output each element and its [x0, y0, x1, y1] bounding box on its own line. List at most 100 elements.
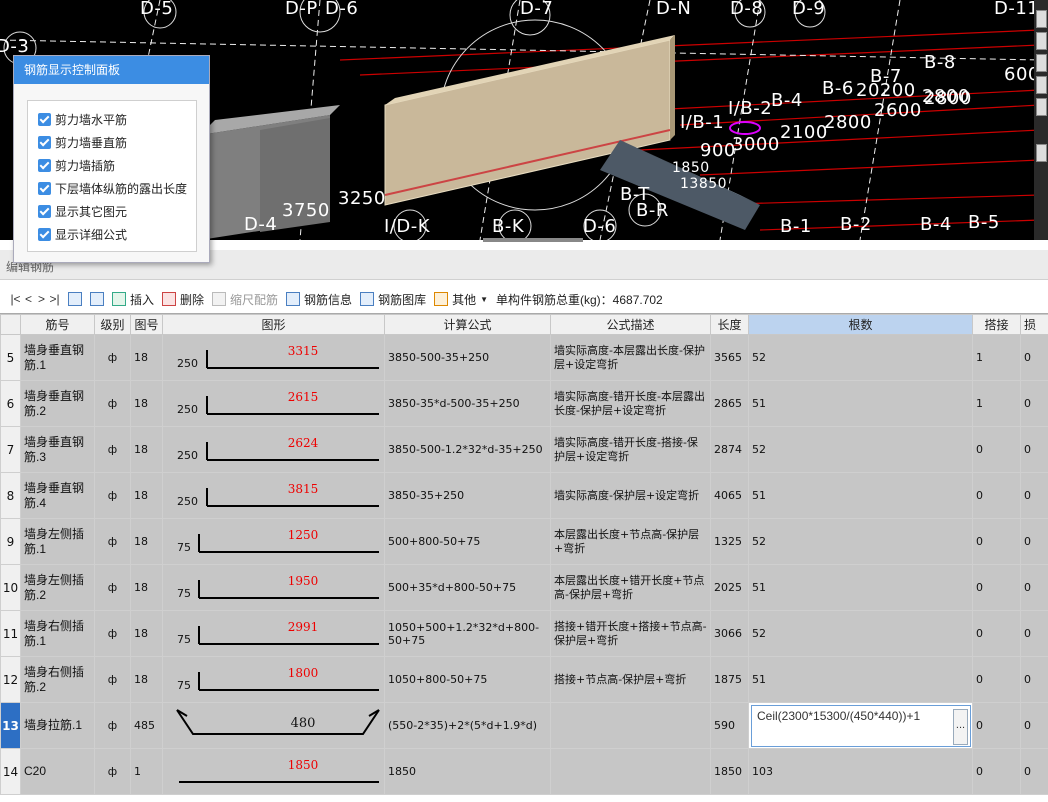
formula-cell[interactable]: 1050+500+1.2*32*d+800-50+75 — [384, 610, 551, 657]
loss-cell[interactable]: 0 — [1020, 380, 1048, 427]
figure-number-cell[interactable]: 18 — [130, 610, 163, 657]
description-cell[interactable]: 墙实际高度-本层露出长度-保护层+设定弯折 — [550, 334, 711, 381]
column-header[interactable]: 搭接 — [972, 314, 1021, 335]
view-tool-button[interactable] — [1036, 98, 1047, 116]
first-record-button[interactable]: |< — [10, 292, 21, 306]
shape-cell[interactable]: 75 1950 — [162, 564, 385, 611]
grade-cell[interactable]: ф — [94, 380, 131, 427]
length-cell[interactable]: 3565 — [710, 334, 749, 381]
rebar-info-button[interactable]: 钢筋信息 — [286, 291, 352, 308]
row-number[interactable]: 6 — [0, 380, 21, 427]
lap-cell[interactable]: 0 — [972, 702, 1021, 749]
row-number[interactable]: 11 — [0, 610, 21, 657]
loss-cell[interactable]: 0 — [1020, 426, 1048, 473]
ruler-rebar-button[interactable]: 缩尺配筋 — [212, 291, 278, 308]
table-row[interactable]: 13 墙身拉筋.1 ф 485 480 (550-2*35)+2*(5*d+1.9*d) 5… — [0, 702, 1048, 749]
row-number[interactable]: 8 — [0, 472, 21, 519]
rebar-name-cell[interactable]: 墙身垂直钢筋.1 — [20, 334, 95, 381]
rebar-name-cell[interactable]: 墙身左侧插筋.2 — [20, 564, 95, 611]
lap-cell[interactable]: 0 — [972, 518, 1021, 565]
count-cell[interactable]: 51 — [748, 564, 973, 611]
rebar-name-cell[interactable]: 墙身垂直钢筋.4 — [20, 472, 95, 519]
lap-cell[interactable]: 1 — [972, 380, 1021, 427]
shape-cell[interactable]: 250 2615 — [162, 380, 385, 427]
loss-cell[interactable]: 0 — [1020, 518, 1048, 565]
length-cell[interactable]: 1325 — [710, 518, 749, 565]
column-header[interactable]: 图形 — [162, 314, 385, 335]
ellipsis-button[interactable]: ... — [953, 709, 968, 745]
loss-cell[interactable]: 0 — [1020, 334, 1048, 381]
checkbox-checked-icon[interactable] — [38, 228, 51, 241]
rebar-name-cell[interactable]: 墙身拉筋.1 — [20, 702, 95, 749]
table-row[interactable]: 14 C20 ф 1 1850 1850 1850 103 0 0 — [0, 748, 1048, 795]
option-shear-wall-vertical[interactable]: 剪力墙垂直筋 — [38, 134, 127, 151]
figure-number-cell[interactable]: 485 — [130, 702, 163, 749]
rebar-name-cell[interactable]: 墙身垂直钢筋.2 — [20, 380, 95, 427]
shape-cell[interactable]: 1850 — [162, 748, 385, 795]
lap-cell[interactable]: 0 — [972, 564, 1021, 611]
formula-cell[interactable]: (550-2*35)+2*(5*d+1.9*d) — [384, 702, 551, 749]
figure-number-cell[interactable]: 1 — [130, 748, 163, 795]
figure-number-cell[interactable]: 18 — [130, 564, 163, 611]
count-cell[interactable]: 103 — [748, 748, 973, 795]
delete-button[interactable]: 删除 — [162, 291, 204, 308]
table-row[interactable]: 5 墙身垂直钢筋.1 ф 18 250 3315 3850-500-35+250 墙实际高度-… — [0, 334, 1048, 381]
count-editor-input[interactable]: Ceil(2300*15300/(450*440))+1... — [751, 705, 971, 747]
formula-cell[interactable]: 3850-35*d-500-35+250 — [384, 380, 551, 427]
table-row[interactable]: 6 墙身垂直钢筋.2 ф 18 250 2615 3850-35*d-500-35+250 墙… — [0, 380, 1048, 427]
insert-button[interactable]: 插入 — [112, 291, 154, 308]
column-header[interactable]: 长度 — [710, 314, 749, 335]
move-down-button[interactable] — [90, 292, 104, 306]
row-number[interactable]: 12 — [0, 656, 21, 703]
table-row[interactable]: 10 墙身左侧插筋.2 ф 18 75 1950 500+35*d+800-50+75 本层露… — [0, 564, 1048, 611]
lap-cell[interactable]: 0 — [972, 426, 1021, 473]
length-cell[interactable]: 590 — [710, 702, 749, 749]
lap-cell[interactable]: 0 — [972, 472, 1021, 519]
length-cell[interactable]: 1875 — [710, 656, 749, 703]
figure-number-cell[interactable]: 18 — [130, 472, 163, 519]
count-cell[interactable]: 52 — [748, 610, 973, 657]
lap-cell[interactable]: 0 — [972, 656, 1021, 703]
rebar-name-cell[interactable]: C20 — [20, 748, 95, 795]
formula-cell[interactable]: 3850-500-35+250 — [384, 334, 551, 381]
length-cell[interactable]: 2865 — [710, 380, 749, 427]
count-cell[interactable]: 52 — [748, 426, 973, 473]
grade-cell[interactable]: ф — [94, 656, 131, 703]
formula-cell[interactable]: 500+35*d+800-50+75 — [384, 564, 551, 611]
formula-cell[interactable]: 1050+800-50+75 — [384, 656, 551, 703]
figure-number-cell[interactable]: 18 — [130, 656, 163, 703]
shape-cell[interactable]: 75 2991 — [162, 610, 385, 657]
count-cell[interactable]: 52 — [748, 334, 973, 381]
rebar-name-cell[interactable]: 墙身垂直钢筋.3 — [20, 426, 95, 473]
formula-cell[interactable]: 500+800-50+75 — [384, 518, 551, 565]
figure-number-cell[interactable]: 18 — [130, 334, 163, 381]
shape-cell[interactable]: 250 2624 — [162, 426, 385, 473]
grade-cell[interactable]: ф — [94, 518, 131, 565]
prev-record-button[interactable]: < — [23, 292, 34, 306]
rebar-name-cell[interactable]: 墙身右侧插筋.2 — [20, 656, 95, 703]
checkbox-checked-icon[interactable] — [38, 136, 51, 149]
checkbox-checked-icon[interactable] — [38, 159, 51, 172]
row-number[interactable]: 10 — [0, 564, 21, 611]
option-lower-wall-exposed-length[interactable]: 下层墙体纵筋的露出长度 — [38, 180, 187, 197]
figure-number-cell[interactable]: 18 — [130, 426, 163, 473]
description-cell[interactable]: 搭接+节点高-保护层+弯折 — [550, 656, 711, 703]
description-cell[interactable]: 搭接+错开长度+搭接+节点高-保护层+弯折 — [550, 610, 711, 657]
grade-cell[interactable]: ф — [94, 610, 131, 657]
shape-cell[interactable]: 75 1250 — [162, 518, 385, 565]
loss-cell[interactable]: 0 — [1020, 564, 1048, 611]
formula-cell[interactable]: 3850-500-1.2*32*d-35+250 — [384, 426, 551, 473]
view-tool-button[interactable] — [1036, 32, 1047, 50]
shape-cell[interactable]: 480 — [162, 702, 385, 749]
description-cell[interactable]: 墙实际高度-保护层+设定弯折 — [550, 472, 711, 519]
column-header[interactable]: 图号 — [130, 314, 163, 335]
shape-cell[interactable]: 75 1800 — [162, 656, 385, 703]
figure-number-cell[interactable]: 18 — [130, 518, 163, 565]
column-header[interactable]: 公式描述 — [550, 314, 711, 335]
shape-cell[interactable]: 250 3315 — [162, 334, 385, 381]
description-cell[interactable]: 本层露出长度+错开长度+节点高-保护层+弯折 — [550, 564, 711, 611]
description-cell[interactable] — [550, 748, 711, 795]
lap-cell[interactable]: 0 — [972, 748, 1021, 795]
view-tool-button[interactable] — [1036, 54, 1047, 72]
view-tool-button[interactable] — [1036, 10, 1047, 28]
